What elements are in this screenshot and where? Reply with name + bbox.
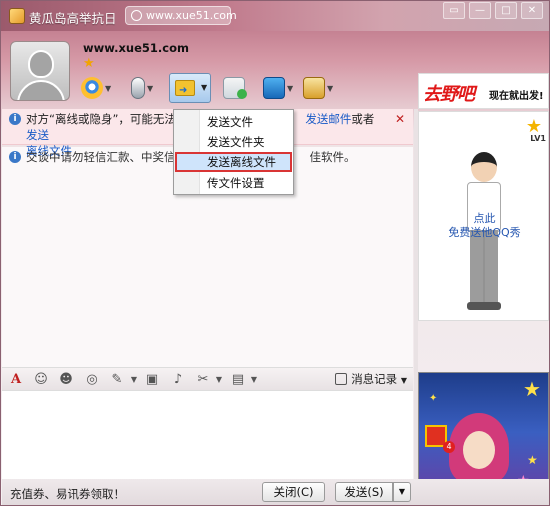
close-window-button[interactable]: ✕ bbox=[521, 2, 543, 19]
security-text-after: 佳软件。 bbox=[309, 150, 356, 164]
chevron-down-icon[interactable]: ▼ bbox=[246, 372, 262, 388]
ad-top-subtitle: 现在就出发! bbox=[489, 91, 544, 102]
info-icon: i bbox=[9, 113, 21, 125]
font-icon[interactable]: A bbox=[8, 372, 24, 388]
notice-text: 对方“离线或隐身”，可能无法立 bbox=[26, 112, 188, 126]
image-icon[interactable]: ▣ bbox=[144, 372, 160, 388]
chevron-down-icon[interactable]: ▼ bbox=[126, 372, 142, 388]
promo-link[interactable]: 充值券、易讯券领取！ bbox=[10, 486, 125, 502]
message-input[interactable] bbox=[2, 391, 413, 479]
input-toolbar: A ☺ ☻ ◎ ✎ ▼ ▣ ♪ ✂ ▼ ▤ ▼ 消息记录 ▼ bbox=[2, 367, 413, 391]
contact-name[interactable]: www.xue51.com bbox=[83, 41, 189, 55]
remote-desktop-button[interactable]: ▼ bbox=[263, 75, 293, 101]
menu-button[interactable]: ▭ bbox=[443, 2, 465, 19]
chevron-down-icon[interactable]: ▼ bbox=[211, 372, 227, 388]
emoji-icon[interactable]: ☺ bbox=[33, 372, 49, 388]
send-file-menu: 发送文件 发送文件夹 发送离线文件 传文件设置 bbox=[173, 109, 294, 195]
send-button[interactable]: 发送(S) bbox=[335, 482, 393, 502]
voice-button[interactable]: ▼ bbox=[127, 75, 153, 101]
doodle-icon[interactable]: ✎ bbox=[109, 372, 125, 388]
message-button[interactable] bbox=[223, 75, 247, 101]
window-title: 黄瓜岛高举抗日 bbox=[29, 11, 117, 26]
toolbox-icon[interactable]: ▤ bbox=[230, 372, 246, 388]
ad-banner-top[interactable]: 去野吧 现在就出发! bbox=[418, 73, 549, 109]
close-icon[interactable]: ✕ bbox=[395, 111, 405, 127]
show-link-line2[interactable]: 免费送他QQ秀 bbox=[419, 224, 549, 240]
menu-item-send-folder[interactable]: 发送文件夹 bbox=[175, 132, 292, 152]
ad-top-title: 去野吧 bbox=[423, 84, 475, 105]
url-text: www.xue51.com bbox=[146, 9, 237, 22]
menu-item-send-file[interactable]: 发送文件 bbox=[175, 112, 292, 132]
webcam-icon bbox=[81, 77, 103, 99]
footer-bar: 充值券、易讯券领取！ 关闭(C) 发送(S) ▼ bbox=[2, 479, 549, 505]
star-icon: ★ bbox=[83, 56, 95, 71]
title-bar[interactable]: 黄瓜岛高举抗日 www.xue51.com ▭ — □ ✕ bbox=[1, 1, 549, 31]
send-options-button[interactable]: ▼ bbox=[393, 482, 411, 502]
close-chat-button[interactable]: 关闭(C) bbox=[262, 482, 325, 502]
send-file-button[interactable]: ➜ ▼ bbox=[169, 73, 211, 103]
star-icon: ✦ bbox=[429, 393, 438, 404]
apps-button[interactable]: ▼ bbox=[303, 75, 333, 101]
qq-penguin-icon bbox=[9, 8, 25, 24]
globe-icon bbox=[131, 10, 142, 21]
magic-emoji-icon[interactable]: ☻ bbox=[58, 372, 74, 388]
menu-item-file-settings[interactable]: 传文件设置 bbox=[175, 173, 292, 193]
shake-icon[interactable]: ◎ bbox=[84, 372, 100, 388]
send-offline-file-link-part1[interactable]: 发送 bbox=[26, 128, 49, 142]
notice-or: 或者 bbox=[351, 112, 375, 126]
qq-show-panel[interactable]: ★ LV1 点此 免费送他QQ秀 bbox=[418, 111, 549, 321]
screenshot-icon[interactable]: ✂ bbox=[195, 372, 211, 388]
history-label: 消息记录 bbox=[351, 372, 398, 386]
music-icon[interactable]: ♪ bbox=[170, 372, 186, 388]
chevron-down-icon[interactable]: ▼ bbox=[327, 84, 333, 93]
chevron-down-icon[interactable]: ▼ bbox=[105, 84, 111, 93]
level-label: LV1 bbox=[530, 134, 546, 143]
send-email-link[interactable]: 发送邮件 bbox=[305, 112, 351, 126]
info-icon: i bbox=[9, 151, 21, 163]
chevron-down-icon[interactable]: ▼ bbox=[201, 83, 207, 92]
apps-icon bbox=[303, 77, 325, 99]
avatar[interactable] bbox=[10, 41, 70, 101]
security-text-before: 交谈中请勿轻信汇款、中奖信 bbox=[26, 150, 176, 164]
message-history-button[interactable]: 消息记录 ▼ bbox=[335, 371, 407, 387]
star-icon: ★ bbox=[523, 377, 541, 401]
star-icon: ★ bbox=[527, 453, 538, 467]
webcam-button[interactable]: ▼ bbox=[81, 75, 111, 101]
chevron-down-icon: ▼ bbox=[400, 376, 407, 385]
maximize-button[interactable]: □ bbox=[495, 2, 517, 19]
chevron-down-icon[interactable]: ▼ bbox=[147, 84, 153, 93]
history-icon bbox=[335, 373, 348, 385]
gift-count-badge: 4 bbox=[443, 441, 455, 453]
minimize-button[interactable]: — bbox=[469, 2, 491, 19]
menu-item-send-offline-file[interactable]: 发送离线文件 bbox=[175, 152, 292, 172]
remote-desktop-icon bbox=[263, 77, 285, 99]
chat-window: 黄瓜岛高举抗日 www.xue51.com ▭ — □ ✕ www.xue51.… bbox=[0, 0, 550, 506]
microphone-icon bbox=[131, 77, 145, 99]
chevron-down-icon[interactable]: ▼ bbox=[287, 84, 293, 93]
url-badge[interactable]: www.xue51.com bbox=[125, 6, 237, 25]
